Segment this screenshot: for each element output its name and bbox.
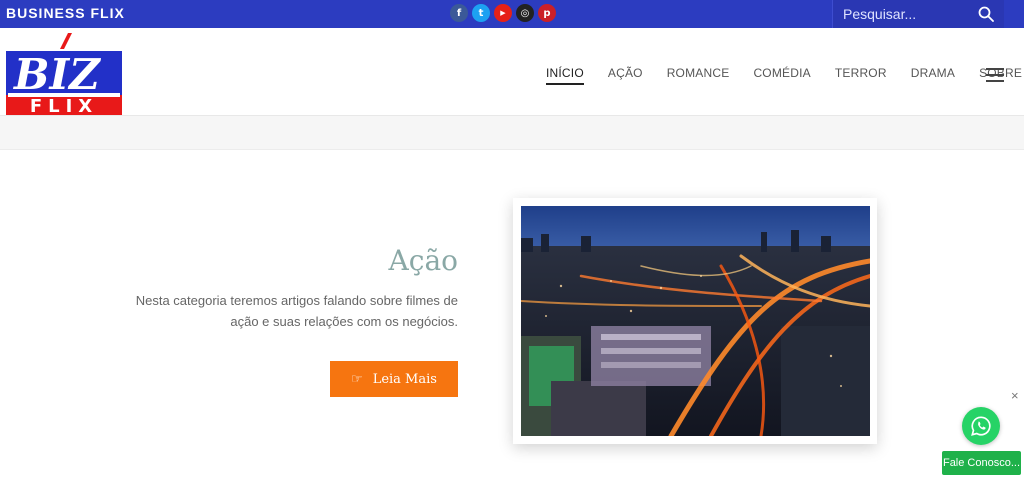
menu-icon[interactable] [986, 68, 1004, 82]
logo[interactable]: BIZ FLIX [6, 31, 122, 115]
top-bar: BUSINESS FLIX f t ▶ ◎ p [0, 0, 1024, 28]
nav-item-romance[interactable]: ROMANCE [667, 66, 730, 80]
read-more-label: Leia Mais [372, 371, 437, 387]
social-links: f t ▶ ◎ p [450, 4, 556, 22]
category-title: Ação [388, 244, 458, 277]
svg-text:FLIX: FLIX [30, 96, 98, 115]
whatsapp-icon [971, 416, 991, 436]
whatsapp-contact-label[interactable]: Fale Conosco... [942, 451, 1021, 475]
read-more-button[interactable]: ☞ Leia Mais [330, 361, 458, 397]
nav-item-inicio[interactable]: INÍCIO [546, 66, 584, 85]
nav-item-comedia[interactable]: COMÉDIA [753, 66, 810, 80]
nav-item-acao[interactable]: AÇÃO [608, 66, 643, 80]
svg-text:BIZ: BIZ [13, 50, 101, 99]
pinterest-icon[interactable]: p [538, 4, 556, 22]
hand-pointer-icon: ☞ [351, 371, 363, 387]
site-brand[interactable]: BUSINESS FLIX [6, 5, 125, 21]
main-nav: INÍCIO AÇÃO ROMANCE COMÉDIA TERROR DRAMA… [546, 66, 1024, 85]
city-night-image [521, 206, 870, 436]
search-box [832, 0, 1004, 28]
search-input[interactable] [843, 5, 973, 23]
facebook-icon[interactable]: f [450, 4, 468, 22]
nav-item-terror[interactable]: TERROR [835, 66, 887, 80]
instagram-icon[interactable]: ◎ [516, 4, 534, 22]
site-header: BIZ FLIX INÍCIO AÇÃO ROMANCE COMÉDIA TER… [0, 28, 1024, 116]
close-icon[interactable]: × [1011, 388, 1019, 403]
nav-item-drama[interactable]: DRAMA [911, 66, 955, 80]
category-image-frame [513, 198, 877, 444]
youtube-icon[interactable]: ▶ [494, 4, 512, 22]
breadcrumb-strip [0, 116, 1024, 150]
whatsapp-button[interactable] [962, 407, 1000, 445]
category-description: Nesta categoria teremos artigos falando … [135, 293, 458, 329]
twitter-icon[interactable]: t [472, 4, 490, 22]
search-icon[interactable] [978, 6, 994, 22]
